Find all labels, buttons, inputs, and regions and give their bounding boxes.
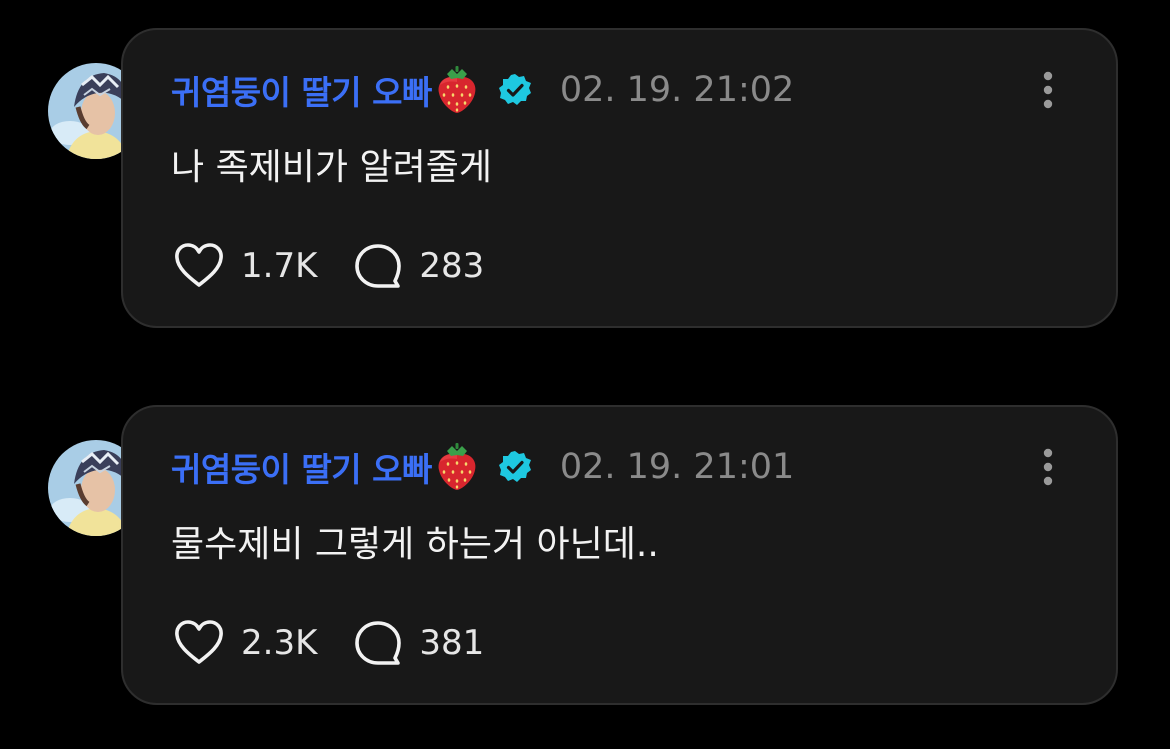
vertical-dots-icon [1043, 71, 1053, 109]
like-button[interactable]: 2.3K [173, 619, 317, 667]
strawberry-icon [438, 443, 476, 490]
speech-bubble-icon [355, 244, 402, 288]
post-card: 귀염둥이 딸기 오빠 [121, 28, 1118, 328]
vertical-dots-icon [1043, 448, 1053, 486]
speech-bubble-icon [355, 621, 402, 665]
like-button[interactable]: 1.7K [173, 242, 317, 290]
post-actions: 1.7K 283 [173, 240, 484, 292]
post-actions: 2.3K 381 [173, 617, 484, 669]
reply-count: 381 [419, 623, 485, 663]
heart-icon [175, 243, 223, 287]
timestamp: 02. 19. 21:01 [559, 447, 795, 487]
more-options-button[interactable] [1028, 445, 1068, 489]
like-count: 1.7K [241, 246, 318, 286]
username[interactable]: 귀염둥이 딸기 오빠 [171, 66, 432, 114]
like-count: 2.3K [241, 623, 318, 663]
post-text: 물수제비 그렇게 하는거 아닌데.. [171, 524, 659, 565]
strawberry-icon [438, 66, 476, 113]
post-card-2: 귀염둥이 딸기 오빠 02. 19. 21:01 물수제비 그렇게 하는거 아닌… [0, 405, 1170, 705]
reply-button[interactable]: 283 [353, 242, 484, 290]
username[interactable]: 귀염둥이 딸기 오빠 [171, 443, 432, 491]
verified-badge-icon [498, 451, 531, 482]
heart-icon [175, 620, 223, 664]
post-header: 귀염둥이 딸기 오빠 [171, 439, 794, 495]
reply-button[interactable]: 381 [353, 619, 484, 667]
more-options-button[interactable] [1028, 68, 1068, 112]
verified-badge-icon [498, 74, 531, 105]
timestamp: 02. 19. 21:02 [559, 70, 795, 110]
post-header: 귀염둥이 딸기 오빠 [171, 62, 794, 118]
post-text: 나 족제비가 알려줄게 [171, 147, 492, 188]
reply-count: 283 [419, 246, 485, 286]
post-card-1: 귀염둥이 딸기 오빠 02. 19. 21:02 나 족제비가 알려줄게 1.7… [0, 28, 1170, 328]
post-card: 귀염둥이 딸기 오빠 [121, 405, 1118, 705]
